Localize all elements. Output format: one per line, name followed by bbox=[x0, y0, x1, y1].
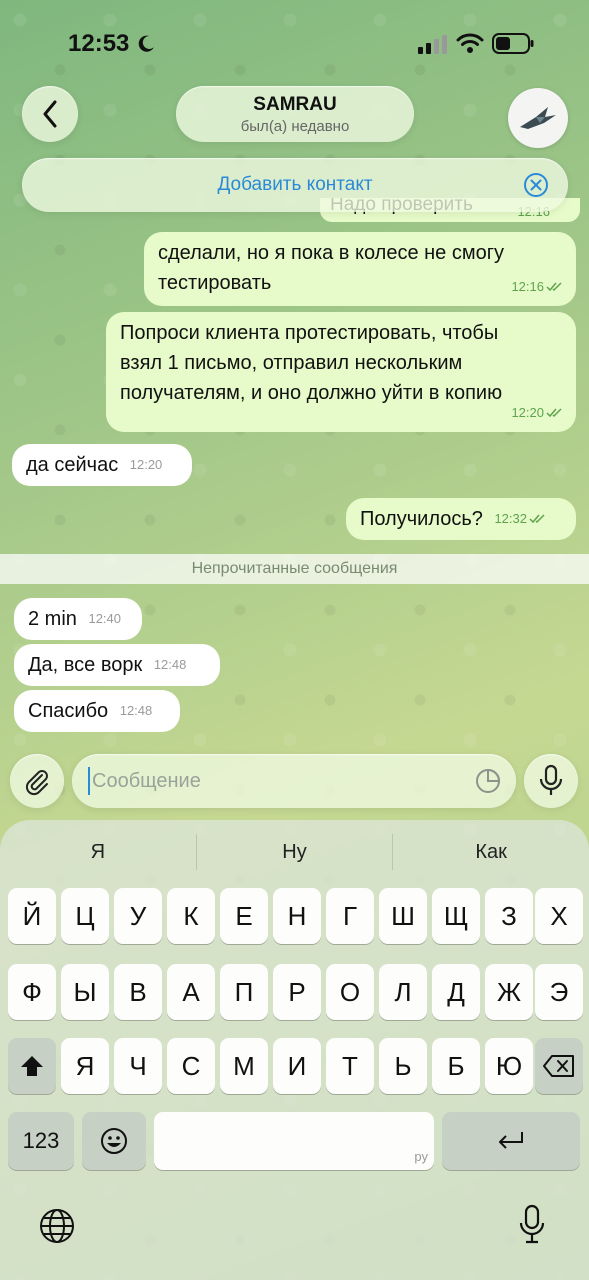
key[interactable]: Ш bbox=[379, 888, 427, 944]
message-bubble-incoming[interactable]: 2 min 12:40 bbox=[14, 598, 142, 640]
emoji-key[interactable] bbox=[82, 1112, 146, 1170]
message-bubble-outgoing[interactable]: Попроси клиента протестировать, чтобы вз… bbox=[106, 312, 576, 432]
message-meta: 12:48 bbox=[153, 657, 187, 672]
key[interactable]: К bbox=[167, 888, 215, 944]
key[interactable]: А bbox=[167, 964, 215, 1020]
status-time: 12:53 bbox=[68, 30, 130, 57]
key[interactable]: О bbox=[326, 964, 374, 1020]
paperclip-icon bbox=[25, 770, 48, 796]
key[interactable]: Я bbox=[61, 1038, 109, 1094]
key[interactable]: Н bbox=[273, 888, 321, 944]
message-meta: 12:48 bbox=[119, 703, 153, 718]
bird-logo-icon bbox=[520, 107, 556, 129]
dictation-microphone-icon[interactable] bbox=[518, 1204, 546, 1246]
key[interactable]: У bbox=[114, 888, 162, 944]
microphone-icon bbox=[539, 764, 563, 795]
suggestion-3[interactable]: Как bbox=[393, 834, 589, 870]
message-meta: 12:16 bbox=[511, 272, 564, 302]
unread-divider: Непрочитанные сообщения bbox=[0, 554, 589, 584]
message-meta: 12:20 bbox=[511, 398, 564, 428]
suggestion-bar: Я Ну Как bbox=[0, 834, 589, 870]
message-bubble-incoming[interactable]: да сейчас 12:20 bbox=[12, 444, 192, 486]
wifi-icon bbox=[456, 33, 484, 53]
key[interactable]: Т bbox=[326, 1038, 374, 1094]
message-meta: 12:32 bbox=[494, 504, 547, 534]
chevron-left-icon bbox=[43, 100, 57, 128]
shift-key[interactable] bbox=[8, 1038, 56, 1094]
cellular-signal-icon bbox=[418, 35, 447, 54]
numbers-key[interactable]: 123 bbox=[8, 1112, 74, 1170]
voice-message-button[interactable] bbox=[524, 754, 578, 808]
double-check-icon bbox=[546, 282, 562, 292]
contact-status: был(а) недавно bbox=[240, 118, 350, 135]
key[interactable]: Р bbox=[273, 964, 321, 1020]
key[interactable]: Д bbox=[432, 964, 480, 1020]
battery-icon bbox=[492, 33, 534, 54]
key[interactable]: И bbox=[273, 1038, 321, 1094]
message-bubble-outgoing[interactable]: сделали, но я пока в колесе не смогу тес… bbox=[144, 232, 576, 306]
status-bar: 12:53 bbox=[0, 0, 589, 80]
moon-icon bbox=[138, 35, 154, 52]
delete-key[interactable] bbox=[535, 1038, 583, 1094]
return-icon bbox=[499, 1132, 523, 1149]
back-button[interactable] bbox=[22, 86, 78, 142]
key[interactable]: С bbox=[167, 1038, 215, 1094]
backspace-icon bbox=[543, 1055, 574, 1077]
shift-icon bbox=[21, 1056, 43, 1076]
key[interactable]: Щ bbox=[432, 888, 480, 944]
key[interactable]: П bbox=[220, 964, 268, 1020]
contact-name: SAMRAU bbox=[253, 94, 337, 115]
message-meta: 12:40 bbox=[88, 611, 122, 626]
key[interactable]: Ю bbox=[485, 1038, 533, 1094]
message-bubble-incoming[interactable]: Спасибо 12:48 bbox=[14, 690, 180, 732]
message-bubble-outgoing[interactable]: Получилось? 12:32 bbox=[346, 498, 576, 540]
key[interactable]: Ь bbox=[379, 1038, 427, 1094]
key[interactable]: В bbox=[114, 964, 162, 1020]
key[interactable]: Ф bbox=[8, 964, 56, 1020]
key[interactable]: Ж bbox=[485, 964, 533, 1020]
double-check-icon bbox=[529, 514, 545, 524]
key[interactable]: Л bbox=[379, 964, 427, 1020]
key[interactable]: Г bbox=[326, 888, 374, 944]
double-check-icon bbox=[546, 408, 562, 418]
close-icon[interactable] bbox=[522, 171, 550, 199]
key[interactable]: Ч bbox=[114, 1038, 162, 1094]
key[interactable]: Х bbox=[535, 888, 583, 944]
suggestion-2[interactable]: Ну bbox=[197, 834, 393, 870]
return-key[interactable] bbox=[442, 1112, 580, 1170]
avatar[interactable] bbox=[508, 88, 568, 148]
chat-title[interactable]: SAMRAU был(а) недавно bbox=[176, 86, 414, 142]
add-contact-banner[interactable]: Добавить контакт bbox=[22, 158, 568, 212]
attach-button[interactable] bbox=[10, 754, 64, 808]
message-input[interactable]: Сообщение bbox=[72, 754, 516, 808]
key[interactable]: Е bbox=[220, 888, 268, 944]
key[interactable]: Й bbox=[8, 888, 56, 944]
message-bubble-incoming[interactable]: Да, все ворк 12:48 bbox=[14, 644, 220, 686]
key[interactable]: Э bbox=[535, 964, 583, 1020]
key[interactable]: З bbox=[485, 888, 533, 944]
sticker-icon[interactable] bbox=[474, 767, 502, 795]
suggestion-1[interactable]: Я bbox=[0, 834, 196, 870]
add-contact-button[interactable]: Добавить контакт bbox=[217, 174, 372, 196]
emoji-icon bbox=[101, 1128, 127, 1154]
key[interactable]: М bbox=[220, 1038, 268, 1094]
keyboard: Я Ну Как Й Ц У К Е Н Г Ш Щ З Х Ф Ы В А П… bbox=[0, 820, 589, 1280]
globe-icon[interactable] bbox=[38, 1207, 76, 1245]
key[interactable]: Ц bbox=[61, 888, 109, 944]
key[interactable]: Б bbox=[432, 1038, 480, 1094]
text-caret bbox=[88, 767, 90, 795]
message-meta: 12:20 bbox=[129, 457, 163, 472]
keyboard-language: ру bbox=[414, 1149, 428, 1164]
key[interactable]: Ы bbox=[61, 964, 109, 1020]
message-placeholder: Сообщение bbox=[92, 769, 201, 792]
space-key[interactable]: ру bbox=[154, 1112, 434, 1170]
